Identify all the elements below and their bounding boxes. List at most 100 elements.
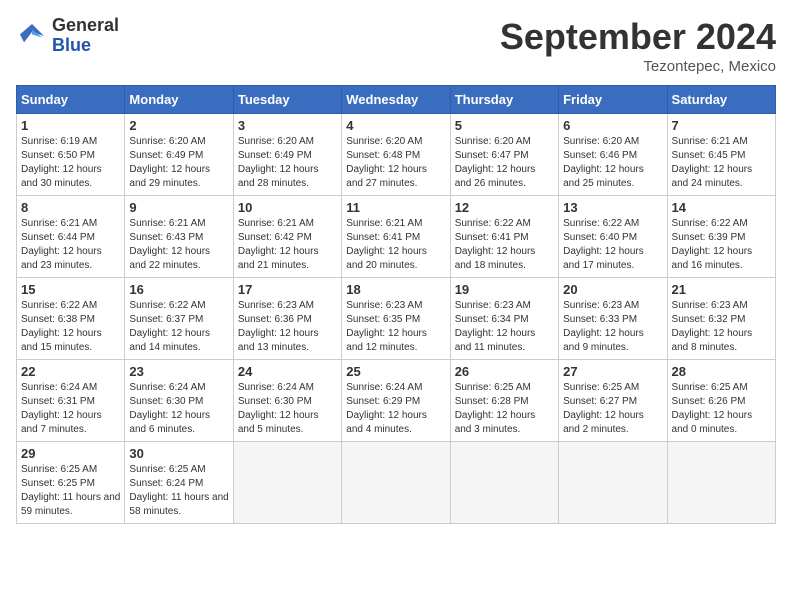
calendar-day-cell: 14 Sunrise: 6:22 AM Sunset: 6:39 PM Dayl… [667, 196, 775, 278]
title-block: September 2024 Tezontepec, Mexico [500, 16, 776, 75]
col-friday: Friday [559, 86, 667, 114]
calendar-day-cell: 10 Sunrise: 6:21 AM Sunset: 6:42 PM Dayl… [233, 196, 341, 278]
day-info: Sunrise: 6:20 AM Sunset: 6:46 PM Dayligh… [563, 135, 662, 191]
day-info: Sunrise: 6:23 AM Sunset: 6:32 PM Dayligh… [672, 299, 771, 355]
day-info: Sunrise: 6:19 AM Sunset: 6:50 PM Dayligh… [21, 135, 120, 191]
calendar-day-cell: 19 Sunrise: 6:23 AM Sunset: 6:34 PM Dayl… [450, 278, 558, 360]
day-info: Sunrise: 6:22 AM Sunset: 6:40 PM Dayligh… [563, 217, 662, 273]
calendar-day-cell: 8 Sunrise: 6:21 AM Sunset: 6:44 PM Dayli… [17, 196, 125, 278]
day-info: Sunrise: 6:21 AM Sunset: 6:41 PM Dayligh… [346, 217, 445, 273]
calendar-day-cell: 15 Sunrise: 6:22 AM Sunset: 6:38 PM Dayl… [17, 278, 125, 360]
logo-bird-icon [16, 20, 48, 52]
day-number: 18 [346, 282, 445, 297]
day-number: 28 [672, 364, 771, 379]
day-number: 22 [21, 364, 120, 379]
day-number: 17 [238, 282, 337, 297]
calendar-day-cell: 2 Sunrise: 6:20 AM Sunset: 6:49 PM Dayli… [125, 114, 233, 196]
day-info: Sunrise: 6:21 AM Sunset: 6:44 PM Dayligh… [21, 217, 120, 273]
day-info: Sunrise: 6:20 AM Sunset: 6:49 PM Dayligh… [238, 135, 337, 191]
calendar-day-cell: 3 Sunrise: 6:20 AM Sunset: 6:49 PM Dayli… [233, 114, 341, 196]
calendar-week-row: 22 Sunrise: 6:24 AM Sunset: 6:31 PM Dayl… [17, 360, 776, 442]
day-number: 10 [238, 200, 337, 215]
calendar-day-cell: 23 Sunrise: 6:24 AM Sunset: 6:30 PM Dayl… [125, 360, 233, 442]
calendar-table: Sunday Monday Tuesday Wednesday Thursday… [16, 85, 776, 524]
calendar-day-cell: 29 Sunrise: 6:25 AM Sunset: 6:25 PM Dayl… [17, 442, 125, 524]
col-wednesday: Wednesday [342, 86, 450, 114]
day-info: Sunrise: 6:25 AM Sunset: 6:27 PM Dayligh… [563, 381, 662, 437]
col-saturday: Saturday [667, 86, 775, 114]
day-number: 7 [672, 118, 771, 133]
day-info: Sunrise: 6:24 AM Sunset: 6:29 PM Dayligh… [346, 381, 445, 437]
day-number: 16 [129, 282, 228, 297]
day-number: 19 [455, 282, 554, 297]
calendar-header-row: Sunday Monday Tuesday Wednesday Thursday… [17, 86, 776, 114]
calendar-week-row: 1 Sunrise: 6:19 AM Sunset: 6:50 PM Dayli… [17, 114, 776, 196]
day-info: Sunrise: 6:22 AM Sunset: 6:41 PM Dayligh… [455, 217, 554, 273]
calendar-day-cell [342, 442, 450, 524]
month-title: September 2024 [500, 16, 776, 58]
logo-text: General Blue [52, 16, 119, 56]
calendar-day-cell [450, 442, 558, 524]
day-number: 27 [563, 364, 662, 379]
day-info: Sunrise: 6:21 AM Sunset: 6:43 PM Dayligh… [129, 217, 228, 273]
day-info: Sunrise: 6:24 AM Sunset: 6:30 PM Dayligh… [129, 381, 228, 437]
day-number: 2 [129, 118, 228, 133]
day-number: 23 [129, 364, 228, 379]
calendar-day-cell: 7 Sunrise: 6:21 AM Sunset: 6:45 PM Dayli… [667, 114, 775, 196]
calendar-week-row: 29 Sunrise: 6:25 AM Sunset: 6:25 PM Dayl… [17, 442, 776, 524]
day-number: 13 [563, 200, 662, 215]
day-info: Sunrise: 6:25 AM Sunset: 6:24 PM Dayligh… [129, 463, 228, 519]
calendar-day-cell [233, 442, 341, 524]
day-number: 6 [563, 118, 662, 133]
calendar-day-cell: 25 Sunrise: 6:24 AM Sunset: 6:29 PM Dayl… [342, 360, 450, 442]
calendar-day-cell: 12 Sunrise: 6:22 AM Sunset: 6:41 PM Dayl… [450, 196, 558, 278]
calendar-day-cell: 16 Sunrise: 6:22 AM Sunset: 6:37 PM Dayl… [125, 278, 233, 360]
calendar-day-cell: 13 Sunrise: 6:22 AM Sunset: 6:40 PM Dayl… [559, 196, 667, 278]
day-number: 24 [238, 364, 337, 379]
day-info: Sunrise: 6:21 AM Sunset: 6:42 PM Dayligh… [238, 217, 337, 273]
day-info: Sunrise: 6:22 AM Sunset: 6:39 PM Dayligh… [672, 217, 771, 273]
calendar-day-cell: 4 Sunrise: 6:20 AM Sunset: 6:48 PM Dayli… [342, 114, 450, 196]
col-monday: Monday [125, 86, 233, 114]
day-info: Sunrise: 6:21 AM Sunset: 6:45 PM Dayligh… [672, 135, 771, 191]
day-info: Sunrise: 6:23 AM Sunset: 6:35 PM Dayligh… [346, 299, 445, 355]
calendar-day-cell: 5 Sunrise: 6:20 AM Sunset: 6:47 PM Dayli… [450, 114, 558, 196]
calendar-day-cell: 18 Sunrise: 6:23 AM Sunset: 6:35 PM Dayl… [342, 278, 450, 360]
calendar-day-cell [559, 442, 667, 524]
day-number: 29 [21, 446, 120, 461]
calendar-day-cell: 20 Sunrise: 6:23 AM Sunset: 6:33 PM Dayl… [559, 278, 667, 360]
day-number: 26 [455, 364, 554, 379]
day-info: Sunrise: 6:20 AM Sunset: 6:49 PM Dayligh… [129, 135, 228, 191]
day-info: Sunrise: 6:22 AM Sunset: 6:38 PM Dayligh… [21, 299, 120, 355]
day-number: 9 [129, 200, 228, 215]
day-number: 20 [563, 282, 662, 297]
day-info: Sunrise: 6:23 AM Sunset: 6:33 PM Dayligh… [563, 299, 662, 355]
day-number: 12 [455, 200, 554, 215]
calendar-day-cell: 24 Sunrise: 6:24 AM Sunset: 6:30 PM Dayl… [233, 360, 341, 442]
col-thursday: Thursday [450, 86, 558, 114]
location-title: Tezontepec, Mexico [500, 58, 776, 75]
calendar-day-cell: 9 Sunrise: 6:21 AM Sunset: 6:43 PM Dayli… [125, 196, 233, 278]
calendar-day-cell: 26 Sunrise: 6:25 AM Sunset: 6:28 PM Dayl… [450, 360, 558, 442]
day-info: Sunrise: 6:25 AM Sunset: 6:25 PM Dayligh… [21, 463, 120, 519]
calendar-day-cell: 1 Sunrise: 6:19 AM Sunset: 6:50 PM Dayli… [17, 114, 125, 196]
calendar-day-cell: 11 Sunrise: 6:21 AM Sunset: 6:41 PM Dayl… [342, 196, 450, 278]
day-number: 1 [21, 118, 120, 133]
calendar-body: 1 Sunrise: 6:19 AM Sunset: 6:50 PM Dayli… [17, 114, 776, 524]
calendar-day-cell: 22 Sunrise: 6:24 AM Sunset: 6:31 PM Dayl… [17, 360, 125, 442]
calendar-week-row: 8 Sunrise: 6:21 AM Sunset: 6:44 PM Dayli… [17, 196, 776, 278]
day-number: 14 [672, 200, 771, 215]
day-info: Sunrise: 6:23 AM Sunset: 6:36 PM Dayligh… [238, 299, 337, 355]
day-number: 5 [455, 118, 554, 133]
calendar-day-cell: 27 Sunrise: 6:25 AM Sunset: 6:27 PM Dayl… [559, 360, 667, 442]
calendar-day-cell: 28 Sunrise: 6:25 AM Sunset: 6:26 PM Dayl… [667, 360, 775, 442]
day-number: 30 [129, 446, 228, 461]
page-header: General Blue September 2024 Tezontepec, … [16, 16, 776, 75]
day-number: 25 [346, 364, 445, 379]
logo: General Blue [16, 16, 119, 56]
calendar-day-cell: 6 Sunrise: 6:20 AM Sunset: 6:46 PM Dayli… [559, 114, 667, 196]
calendar-day-cell: 30 Sunrise: 6:25 AM Sunset: 6:24 PM Dayl… [125, 442, 233, 524]
col-sunday: Sunday [17, 86, 125, 114]
day-info: Sunrise: 6:22 AM Sunset: 6:37 PM Dayligh… [129, 299, 228, 355]
calendar-day-cell: 21 Sunrise: 6:23 AM Sunset: 6:32 PM Dayl… [667, 278, 775, 360]
